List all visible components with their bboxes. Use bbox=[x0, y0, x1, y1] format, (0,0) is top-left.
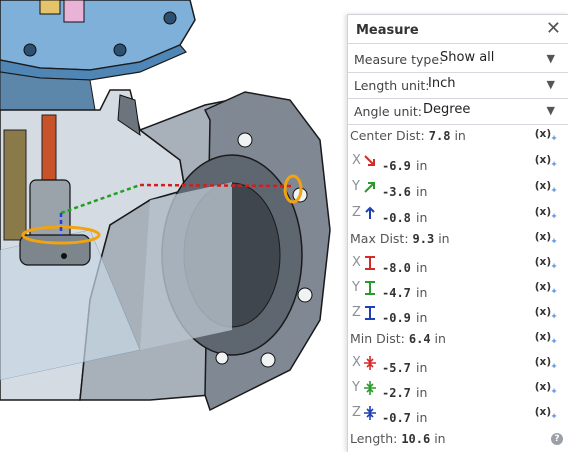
axis-label: Y bbox=[352, 280, 360, 295]
copy-variable-icon[interactable]: (x)+ bbox=[535, 306, 557, 320]
measure-type-select[interactable]: Measure type: Show all ▼ bbox=[348, 46, 568, 72]
chevron-down-icon[interactable]: ▼ bbox=[547, 52, 555, 65]
copy-variable-icon[interactable]: (x)+ bbox=[535, 331, 557, 345]
chevron-down-icon[interactable]: ▼ bbox=[547, 104, 555, 117]
min-y-row: Y -2.7 in (x)+ bbox=[348, 378, 568, 402]
measure-panel: Measure ✕ Measure type: Show all ▼ Lengt… bbox=[347, 14, 568, 452]
axis-label: Z bbox=[352, 305, 361, 320]
unit-label: in bbox=[434, 331, 446, 346]
axis-label: Z bbox=[352, 405, 361, 420]
min-dist-label: Min Dist: bbox=[350, 331, 405, 346]
unit-label: in bbox=[416, 260, 428, 275]
max-y-row: Y -4.7 in (x)+ bbox=[348, 278, 568, 302]
close-icon[interactable]: ✕ bbox=[546, 19, 561, 39]
copy-variable-icon[interactable]: (x)+ bbox=[535, 381, 557, 395]
center-dist-value: 7.8 bbox=[428, 129, 451, 143]
angle-unit-value[interactable]: Degree bbox=[423, 102, 470, 117]
copy-variable-icon[interactable]: (x)+ bbox=[535, 206, 557, 220]
axis-label: X bbox=[352, 355, 361, 370]
center-z-row: Z -0.8 in (x)+ bbox=[348, 203, 568, 227]
axis-label: Y bbox=[352, 380, 360, 395]
measure-type-label: Measure type: bbox=[354, 52, 444, 67]
axis-value: -0.8 bbox=[382, 211, 411, 225]
center-x-row: X -6.9 in (x)+ bbox=[348, 151, 568, 175]
span-bar-icon bbox=[365, 306, 375, 320]
copy-variable-icon[interactable]: (x)+ bbox=[535, 281, 557, 295]
min-z-row: Z -0.7 in (x)+ bbox=[348, 403, 568, 427]
center-dist-label: Center Dist: bbox=[350, 128, 425, 143]
arrow-up-right-icon bbox=[364, 182, 375, 193]
axis-label: X bbox=[352, 153, 361, 168]
copy-variable-icon[interactable]: (x)+ bbox=[535, 128, 557, 142]
unit-label: in bbox=[416, 158, 428, 173]
unit-label: in bbox=[416, 210, 428, 225]
converging-arrows-icon bbox=[364, 381, 376, 395]
angle-unit-select[interactable]: Angle unit: Degree ▼ bbox=[348, 98, 568, 124]
angle-unit-label: Angle unit: bbox=[354, 104, 422, 119]
center-dist-row: Center Dist: 7.8 in (x)+ bbox=[348, 125, 568, 149]
axis-value: -8.0 bbox=[382, 261, 411, 275]
axis-value: -0.7 bbox=[382, 411, 411, 425]
chevron-down-icon[interactable]: ▼ bbox=[547, 78, 555, 91]
center-y-row: Y -3.6 in (x)+ bbox=[348, 177, 568, 201]
length-value: 10.6 bbox=[401, 432, 431, 446]
copy-variable-icon[interactable]: (x)+ bbox=[535, 231, 557, 245]
converging-arrows-icon bbox=[364, 356, 376, 370]
copy-variable-icon[interactable]: (x)+ bbox=[535, 356, 557, 370]
axis-label: X bbox=[352, 255, 361, 270]
min-dist-value: 6.4 bbox=[408, 332, 431, 346]
axis-value: -2.7 bbox=[382, 386, 411, 400]
axis-value: -4.7 bbox=[382, 286, 411, 300]
max-x-row: X -8.0 in (x)+ bbox=[348, 253, 568, 277]
max-dist-label: Max Dist: bbox=[350, 231, 409, 246]
unit-label: in bbox=[416, 385, 428, 400]
divider bbox=[348, 43, 568, 44]
length-unit-value[interactable]: Inch bbox=[428, 76, 455, 91]
unit-label: in bbox=[416, 184, 428, 199]
arrow-down-right-icon bbox=[364, 155, 375, 166]
min-x-row: X -5.7 in (x)+ bbox=[348, 353, 568, 377]
axis-label: Z bbox=[352, 205, 361, 220]
unit-label: in bbox=[416, 310, 428, 325]
axis-value: -5.7 bbox=[382, 361, 411, 375]
panel-title: Measure bbox=[356, 23, 419, 38]
length-label: Length: bbox=[350, 431, 398, 446]
unit-label: in bbox=[434, 431, 446, 446]
axis-value: -6.9 bbox=[382, 159, 411, 173]
max-z-row: Z -0.9 in (x)+ bbox=[348, 303, 568, 327]
axis-label: Y bbox=[352, 179, 360, 194]
unit-label: in bbox=[454, 128, 466, 143]
measure-type-value[interactable]: Show all bbox=[440, 50, 494, 65]
span-bar-icon bbox=[365, 256, 375, 270]
unit-label: in bbox=[416, 285, 428, 300]
arrow-up-icon bbox=[365, 206, 375, 219]
copy-variable-icon[interactable]: (x)+ bbox=[535, 256, 557, 270]
copy-variable-icon[interactable]: (x)+ bbox=[535, 406, 557, 420]
length-unit-select[interactable]: Length unit: Inch ▼ bbox=[348, 72, 568, 98]
max-dist-value: 9.3 bbox=[412, 232, 435, 246]
converging-arrows-icon bbox=[364, 406, 376, 420]
copy-variable-icon[interactable]: (x)+ bbox=[535, 180, 557, 194]
copy-variable-icon[interactable]: (x)+ bbox=[535, 154, 557, 168]
unit-label: in bbox=[438, 231, 450, 246]
max-dist-row: Max Dist: 9.3 in (x)+ bbox=[348, 228, 568, 252]
help-icon[interactable]: ? bbox=[551, 433, 563, 445]
axis-value: -0.9 bbox=[382, 311, 411, 325]
axis-value: -3.6 bbox=[382, 185, 411, 199]
length-unit-label: Length unit: bbox=[354, 78, 430, 93]
unit-label: in bbox=[416, 410, 428, 425]
min-dist-row: Min Dist: 6.4 in (x)+ bbox=[348, 328, 568, 352]
length-row: Length: 10.6 in ? bbox=[348, 428, 568, 452]
span-bar-icon bbox=[365, 281, 375, 295]
top-flange bbox=[0, 0, 196, 111]
unit-label: in bbox=[416, 360, 428, 375]
